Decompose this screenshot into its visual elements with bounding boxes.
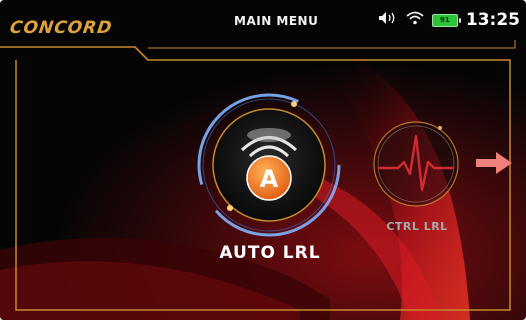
speaker-sound-icon[interactable]	[378, 11, 398, 30]
menu-item-label: AUTO LRL	[219, 243, 321, 263]
wifi-icon[interactable]	[406, 11, 424, 30]
arrow-right-icon[interactable]	[474, 150, 516, 176]
auto-a-icon: A	[197, 93, 341, 237]
screen: CONCORD MAIN MENU 91 13:25 A AUTO LRL CT…	[0, 0, 526, 320]
status-bar: 91 13:25	[378, 8, 520, 32]
battery-level: 91	[440, 15, 450, 24]
menu-item-label: CTRL LRL	[386, 220, 448, 233]
clock-time: 13:25	[465, 10, 520, 30]
page-title: MAIN MENU	[234, 14, 319, 28]
battery-icon: 91	[431, 13, 461, 27]
heartbeat-icon	[373, 121, 459, 207]
menu-item-ctrl-lrl[interactable]	[370, 118, 462, 210]
menu-item-auto-lrl[interactable]: A	[194, 90, 344, 240]
brand-logo: CONCORD	[8, 18, 114, 38]
svg-text:A: A	[260, 165, 279, 193]
